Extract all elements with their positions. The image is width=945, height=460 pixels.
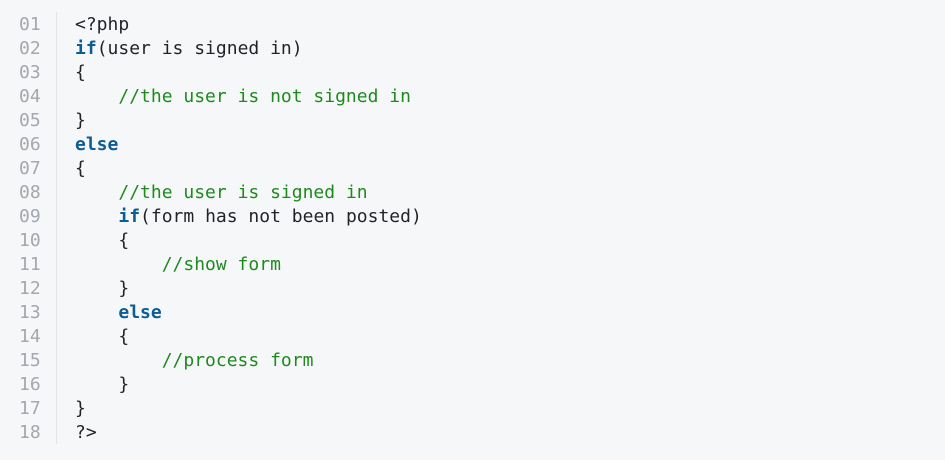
line-number: 14 [19,326,41,347]
code-token: } [118,374,130,395]
line-number: 13 [19,302,41,323]
line-number: 10 [19,230,41,251]
line-number: 09 [19,206,41,227]
line-number: 17 [19,398,41,419]
code-text: } [75,397,86,421]
code-token: } [118,278,130,299]
code-token: ?> [75,422,97,443]
line-number: 03 [19,62,41,83]
code-text: else [75,301,162,325]
line-number: 08 [19,182,41,203]
line-number: 16 [19,374,41,395]
keyword-token: if [75,38,97,59]
code-text: if(form has not been posted) [75,205,422,229]
line-number: 15 [19,350,41,371]
code-text: //process form [75,349,314,373]
keyword-token: else [118,302,162,323]
code-text: { [75,229,129,253]
code-text: //the user is not signed in [75,85,411,109]
code-text: ?> [75,421,97,445]
code-token: { [118,326,130,347]
line-number: 18 [19,422,41,443]
code-token: { [75,62,86,83]
line-number: 05 [19,110,41,131]
code-text: } [75,373,129,397]
code-text: { [75,61,86,85]
code-text: } [75,277,129,301]
line-number: 07 [19,158,41,179]
code-text: } [75,109,86,133]
code-text: //the user is signed in [75,181,368,205]
code-text: else [75,133,118,157]
code-text: <?php [75,13,129,37]
comment-token: //process form [161,350,314,371]
code-token: { [118,230,130,251]
code-token: (user is signed in) [96,38,303,59]
code-text: { [75,157,86,181]
comment-token: //show form [161,254,281,275]
code-token: (form has not been posted) [140,206,422,227]
comment-token: //the user is signed in [118,182,368,203]
code-token: } [75,398,86,419]
line-number: 02 [19,38,41,59]
comment-token: //the user is not signed in [118,86,411,107]
line-number: 06 [19,134,41,155]
gutter-divider [56,12,57,444]
line-number: 01 [19,14,41,35]
code-block: 01 <?php 02 if(user is signed in) 03{04 //th… [0,0,945,460]
code-token: <?php [75,14,130,35]
keyword-token: if [118,206,141,227]
code-text: { [75,325,129,349]
code-token: } [75,110,86,131]
line-number: 11 [19,254,41,275]
keyword-token: else [75,134,119,155]
code-token: { [75,158,86,179]
code-text: //show form [75,253,281,277]
line-number: 12 [19,278,41,299]
line-number: 04 [19,86,41,107]
code-text: if(user is signed in) [75,37,303,61]
